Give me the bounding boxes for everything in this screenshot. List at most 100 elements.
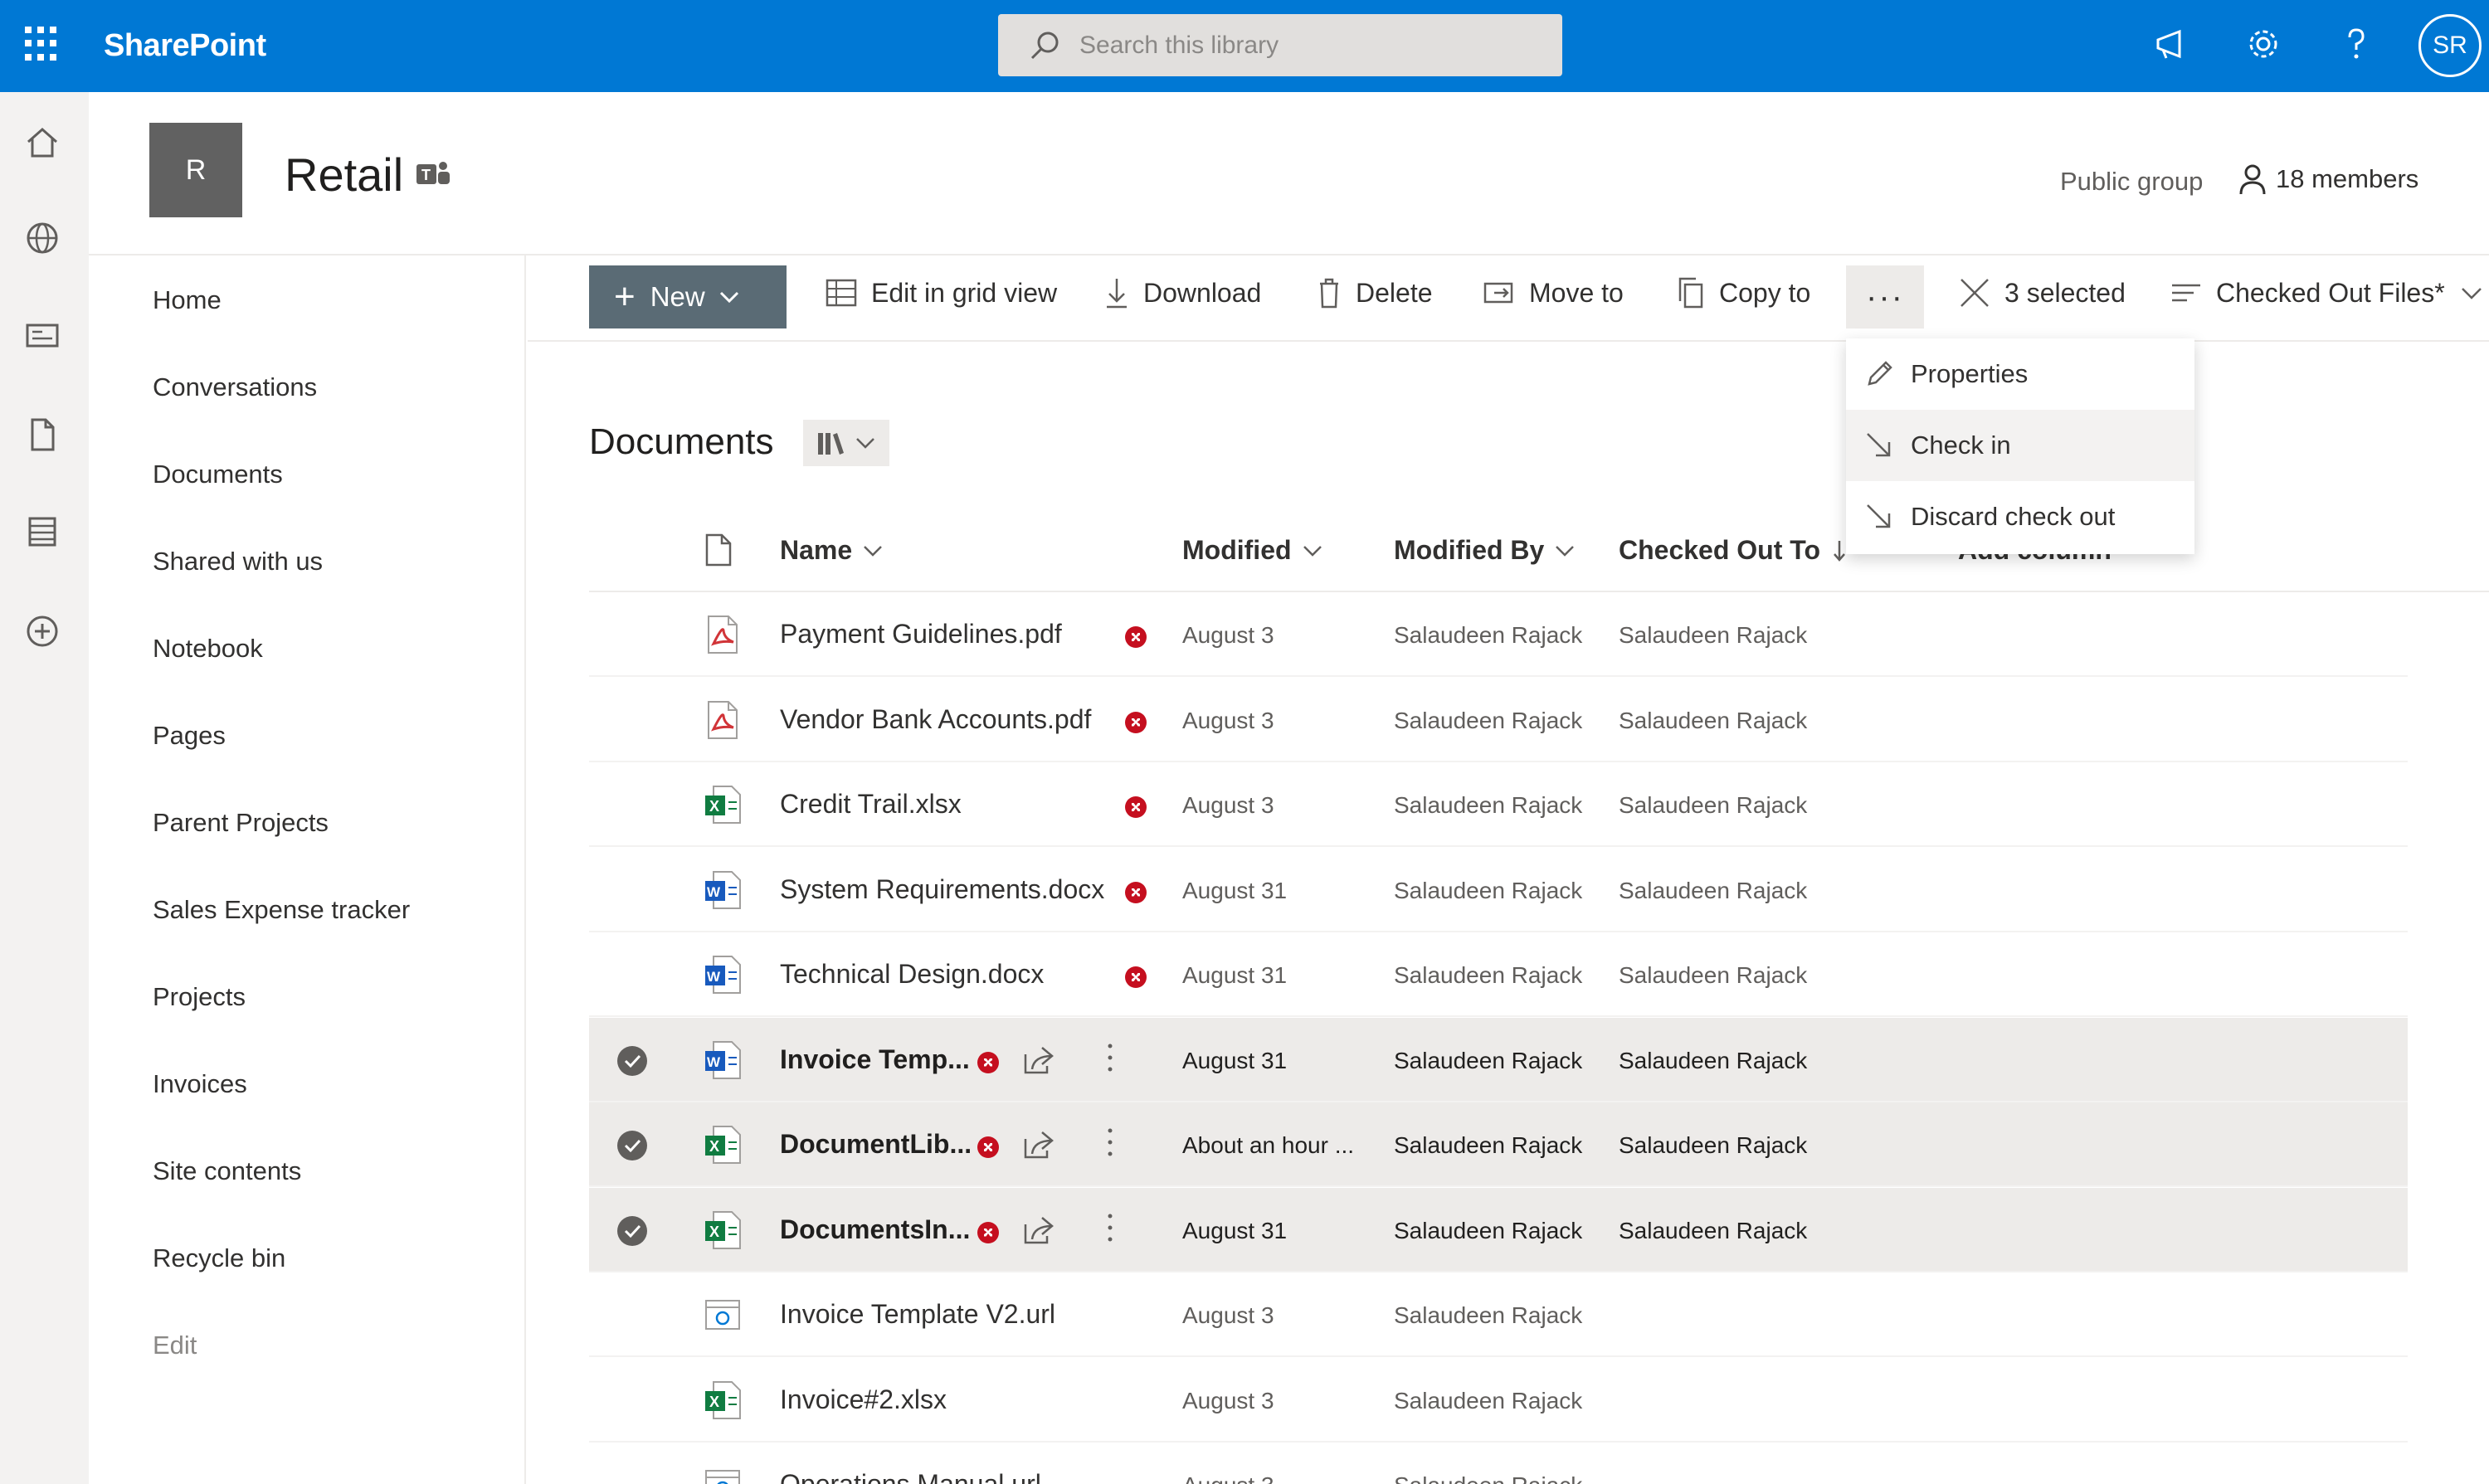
xlsx-file-icon: X	[704, 1124, 742, 1165]
table-row[interactable]: W System Requirements.docx August 31 Salaud…	[589, 848, 2408, 932]
menu-item-check-in[interactable]: Check in	[1846, 410, 2194, 481]
checked-out-to-cell[interactable]: Salaudeen Rajack	[1619, 1132, 1807, 1159]
modified-by-cell[interactable]: Salaudeen Rajack	[1394, 1388, 1582, 1414]
row-check-icon[interactable]	[617, 1131, 647, 1160]
nav-documents[interactable]: Documents	[153, 460, 283, 489]
search-box[interactable]: Search this library	[998, 14, 1562, 76]
new-button[interactable]: + New	[589, 265, 787, 328]
file-name[interactable]: System Requirements.docx	[780, 874, 1104, 905]
app-launcher-icon[interactable]	[25, 27, 60, 61]
suite-bar: SharePoint Search this library SR	[0, 0, 2489, 92]
column-header-modified[interactable]: Modified	[1182, 535, 1323, 566]
globe-icon[interactable]	[23, 219, 61, 257]
file-name[interactable]: Vendor Bank Accounts.pdf	[780, 704, 1091, 735]
site-logo[interactable]: R	[149, 123, 242, 217]
table-row[interactable]: W Technical Design.docx August 31 Salaudeen…	[589, 932, 2408, 1017]
help-icon[interactable]	[2336, 23, 2377, 65]
column-header-modified-by[interactable]: Modified By	[1394, 535, 1576, 566]
copy-to-button[interactable]: Copy to	[1676, 276, 1810, 309]
more-vertical-icon[interactable]	[1107, 1041, 1113, 1074]
nav-recycle-bin[interactable]: Recycle bin	[153, 1243, 285, 1273]
file-name[interactable]: Technical Design.docx	[780, 959, 1044, 990]
home-icon[interactable]	[23, 124, 61, 162]
checked-out-to-cell[interactable]: Salaudeen Rajack	[1619, 792, 1807, 819]
modified-by-cell[interactable]: Salaudeen Rajack	[1394, 1218, 1582, 1244]
file-name[interactable]: Invoice#2.xlsx	[780, 1384, 947, 1415]
column-header-name[interactable]: Name	[780, 535, 884, 566]
nav-site-contents[interactable]: Site contents	[153, 1156, 301, 1186]
modified-by-cell[interactable]: Salaudeen Rajack	[1394, 878, 1582, 904]
file-name[interactable]: DocumentsIn...	[780, 1214, 970, 1245]
nav-pages[interactable]: Pages	[153, 721, 226, 751]
teams-icon[interactable]: T	[415, 158, 451, 191]
more-vertical-icon[interactable]	[1107, 1211, 1113, 1244]
menu-item-discard-check-out[interactable]: Discard check out	[1846, 481, 2194, 552]
file-name[interactable]: Invoice Template V2.url	[780, 1299, 1055, 1330]
modified-by-cell[interactable]: Salaudeen Rajack	[1394, 708, 1582, 734]
nav-notebook[interactable]: Notebook	[153, 634, 263, 664]
gear-icon[interactable]	[2243, 23, 2284, 65]
checked-out-to-cell[interactable]: Salaudeen Rajack	[1619, 1218, 1807, 1244]
menu-item-properties[interactable]: Properties	[1846, 338, 2194, 410]
megaphone-icon[interactable]	[2151, 23, 2193, 65]
modified-by-cell[interactable]: Salaudeen Rajack	[1394, 792, 1582, 819]
table-row[interactable]: X DocumentLib... About an hour ... Salaudee…	[589, 1102, 2408, 1187]
library-options-button[interactable]	[803, 420, 889, 466]
clear-selection-button[interactable]: 3 selected	[1958, 276, 2126, 309]
modified-by-cell[interactable]: Salaudeen Rajack	[1394, 1472, 1582, 1484]
modified-by-cell[interactable]: Salaudeen Rajack	[1394, 962, 1582, 989]
download-button[interactable]: Download	[1103, 276, 1261, 309]
modified-by-cell[interactable]: Salaudeen Rajack	[1394, 1302, 1582, 1329]
create-icon[interactable]	[23, 612, 61, 650]
table-row[interactable]: X DocumentsIn... August 31 Salaudeen Rajack…	[589, 1187, 2408, 1272]
nav-invoices[interactable]: Invoices	[153, 1069, 247, 1099]
table-row[interactable]: Payment Guidelines.pdf August 3 Salaudeen …	[589, 592, 2408, 677]
table-row[interactable]: X Credit Trail.xlsx August 3 Salaudeen Raja…	[589, 762, 2408, 847]
modified-by-cell[interactable]: Salaudeen Rajack	[1394, 1048, 1582, 1074]
nav-shared-with-us[interactable]: Shared with us	[153, 547, 323, 577]
nav-conversations[interactable]: Conversations	[153, 372, 317, 402]
checked-out-to-cell[interactable]: Salaudeen Rajack	[1619, 962, 1807, 989]
row-check-icon[interactable]	[617, 1215, 647, 1246]
news-icon[interactable]	[23, 316, 61, 354]
nav-parent-projects[interactable]: Parent Projects	[153, 808, 329, 838]
file-name[interactable]: Payment Guidelines.pdf	[780, 619, 1062, 650]
sharepoint-brand[interactable]: SharePoint	[104, 28, 266, 64]
document-icon[interactable]	[23, 416, 61, 454]
nav-edit-link[interactable]: Edit	[153, 1331, 197, 1360]
share-icon[interactable]	[1022, 1127, 1055, 1160]
site-title[interactable]: Retail	[285, 148, 403, 202]
delete-button[interactable]: Delete	[1316, 276, 1433, 309]
nav-home[interactable]: Home	[153, 285, 222, 315]
edit-grid-view-button[interactable]: Edit in grid view	[825, 276, 1057, 309]
checked-out-to-cell[interactable]: Salaudeen Rajack	[1619, 708, 1807, 734]
file-name[interactable]: Credit Trail.xlsx	[780, 789, 962, 820]
file-name[interactable]: DocumentLib...	[780, 1129, 972, 1160]
column-header-checked-out-to[interactable]: Checked Out To	[1619, 535, 1848, 566]
nav-sales-expense-tracker[interactable]: Sales Expense tracker	[153, 895, 410, 925]
checked-out-to-cell[interactable]: Salaudeen Rajack	[1619, 1048, 1807, 1074]
members-button[interactable]: 18 members	[2238, 163, 2418, 196]
nav-projects[interactable]: Projects	[153, 982, 246, 1012]
share-icon[interactable]	[1022, 1043, 1055, 1076]
file-type-header-icon[interactable]	[704, 533, 733, 567]
checked-out-to-cell[interactable]: Salaudeen Rajack	[1619, 878, 1807, 904]
checked-out-to-cell[interactable]: Salaudeen Rajack	[1619, 622, 1807, 649]
more-options-button[interactable]: ···	[1846, 265, 1924, 328]
user-avatar[interactable]: SR	[2418, 14, 2482, 77]
table-row[interactable]: X Invoice#2.xlsx August 3 Salaudeen Rajack	[589, 1358, 2408, 1443]
row-check-icon[interactable]	[617, 1045, 647, 1076]
table-row[interactable]: Vendor Bank Accounts.pdf August 3 Salaudee…	[589, 678, 2408, 762]
share-icon[interactable]	[1022, 1213, 1055, 1246]
move-to-button[interactable]: Move to	[1483, 276, 1624, 309]
lists-icon[interactable]	[23, 513, 61, 551]
modified-by-cell[interactable]: Salaudeen Rajack	[1394, 1132, 1582, 1159]
table-row[interactable]: Operations Manual.url August 3 Salaudeen R…	[589, 1443, 2408, 1484]
file-name[interactable]: Operations Manual.url	[780, 1469, 1041, 1484]
file-name[interactable]: Invoice Temp...	[780, 1044, 970, 1075]
table-row[interactable]: W Invoice Temp... August 31 Salaudeen Rajac…	[589, 1017, 2408, 1102]
table-row[interactable]: Invoice Template V2.url August 3 Salaudeen…	[589, 1272, 2408, 1357]
modified-by-cell[interactable]: Salaudeen Rajack	[1394, 622, 1582, 649]
view-switcher[interactable]: Checked Out Files*	[2170, 276, 2483, 309]
more-vertical-icon[interactable]	[1107, 1126, 1113, 1159]
